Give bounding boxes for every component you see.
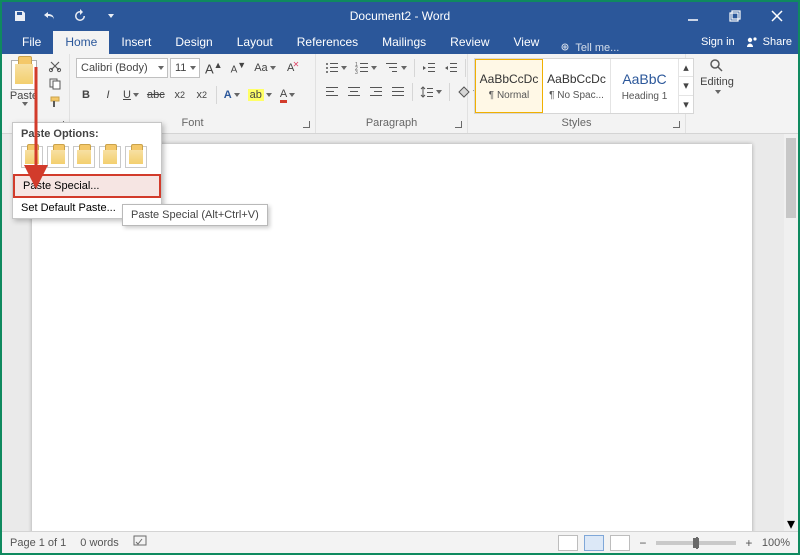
restore-button[interactable] — [714, 2, 756, 30]
tab-home[interactable]: Home — [53, 31, 109, 54]
web-layout-button[interactable] — [610, 535, 630, 551]
zoom-slider[interactable] — [656, 541, 736, 545]
zoom-out-button[interactable]: − — [636, 536, 650, 550]
paste-special-tooltip: Paste Special (Alt+Ctrl+V) — [122, 204, 268, 226]
tab-design[interactable]: Design — [163, 31, 224, 54]
clear-formatting-button[interactable]: A✕ — [281, 58, 301, 78]
font-color-button[interactable]: A — [277, 85, 298, 105]
read-mode-button[interactable] — [558, 535, 578, 551]
clipboard-icon — [11, 60, 37, 90]
close-button[interactable] — [756, 2, 798, 30]
style-no-spacing[interactable]: AaBbCcDc ¶ No Spac... — [543, 59, 611, 113]
tab-file[interactable]: File — [10, 31, 53, 54]
paste-merge-button[interactable] — [47, 146, 69, 168]
editing-label[interactable]: Editing — [700, 76, 734, 88]
text-effects-button[interactable]: A — [221, 85, 243, 105]
paste-picture-button[interactable] — [125, 146, 147, 168]
superscript-button[interactable]: x2 — [192, 85, 212, 105]
save-button[interactable] — [10, 6, 30, 26]
vertical-scrollbar[interactable]: ▴ ▾ — [784, 134, 798, 531]
font-name-combo[interactable]: Calibri (Body) — [76, 58, 168, 78]
style-normal[interactable]: AaBbCcDc ¶ Normal — [475, 59, 543, 113]
grow-font-button[interactable]: A▲ — [202, 58, 226, 78]
print-layout-button[interactable] — [584, 535, 604, 551]
decrease-indent-button[interactable] — [419, 58, 439, 78]
scroll-down-button[interactable]: ▾ — [784, 517, 798, 531]
minimize-button[interactable] — [672, 2, 714, 30]
tab-mailings[interactable]: Mailings — [370, 31, 438, 54]
cut-button[interactable] — [47, 58, 63, 74]
styles-gallery: AaBbCcDc ¶ Normal AaBbCcDc ¶ No Spac... … — [474, 58, 694, 114]
scroll-thumb[interactable] — [786, 138, 796, 218]
title-bar: Document2 - Word — [2, 2, 798, 30]
bold-button[interactable]: B — [76, 85, 96, 105]
increase-indent-button[interactable] — [441, 58, 461, 78]
strikethrough-button[interactable]: abc — [144, 85, 168, 105]
svg-text:3: 3 — [355, 70, 358, 74]
find-icon — [709, 58, 725, 74]
tell-me-search[interactable]: Tell me... — [559, 42, 619, 54]
status-bar: Page 1 of 1 0 words − + 100% — [2, 531, 798, 553]
styles-group-label: Styles — [474, 117, 679, 131]
copy-button[interactable] — [47, 76, 63, 92]
window-controls — [672, 2, 798, 30]
underline-button[interactable]: U — [120, 85, 142, 105]
shrink-font-button[interactable]: A▼ — [228, 58, 250, 78]
align-center-button[interactable] — [344, 82, 364, 102]
format-painter-button[interactable] — [47, 94, 63, 110]
paragraph-dialog-launcher[interactable] — [452, 118, 464, 130]
proofing-icon[interactable] — [133, 534, 149, 551]
align-right-button[interactable] — [366, 82, 386, 102]
tell-me-placeholder: Tell me... — [575, 42, 619, 54]
tab-layout[interactable]: Layout — [225, 31, 285, 54]
font-size-combo[interactable]: 11 — [170, 58, 200, 78]
paste-special-menu-item[interactable]: Paste Special... — [13, 174, 161, 198]
paste-options-row — [13, 144, 161, 174]
italic-button[interactable]: I — [98, 85, 118, 105]
undo-button[interactable] — [40, 6, 60, 26]
sign-in-link[interactable]: Sign in — [701, 36, 735, 48]
tab-view[interactable]: View — [502, 31, 552, 54]
paste-split-button[interactable]: Paste — [8, 58, 40, 106]
line-spacing-button[interactable] — [417, 82, 445, 102]
tab-review[interactable]: Review — [438, 31, 501, 54]
quick-access-toolbar — [2, 6, 120, 26]
multilevel-list-button[interactable] — [382, 58, 410, 78]
word-count[interactable]: 0 words — [80, 537, 119, 549]
justify-button[interactable] — [388, 82, 408, 102]
redo-button[interactable] — [70, 6, 90, 26]
group-styles: AaBbCcDc ¶ Normal AaBbCcDc ¶ No Spac... … — [468, 54, 686, 133]
paste-use-dest-button[interactable] — [73, 146, 95, 168]
styles-dialog-launcher[interactable] — [670, 118, 682, 130]
style-heading-1[interactable]: AaBbC Heading 1 — [611, 59, 679, 113]
ribbon-tabs: File Home Insert Design Layout Reference… — [2, 30, 798, 54]
subscript-button[interactable]: x2 — [170, 85, 190, 105]
tab-insert[interactable]: Insert — [109, 31, 163, 54]
paste-keep-source-button[interactable] — [21, 146, 43, 168]
highlight-button[interactable]: ab — [245, 85, 275, 105]
paste-options-header: Paste Options: — [13, 123, 161, 144]
share-button[interactable]: Share — [745, 35, 792, 49]
tab-references[interactable]: References — [285, 31, 370, 54]
change-case-button[interactable]: Aa — [251, 58, 278, 78]
zoom-in-button[interactable]: + — [742, 536, 756, 550]
numbering-button[interactable]: 123 — [352, 58, 380, 78]
qat-customize-button[interactable] — [100, 6, 120, 26]
font-dialog-launcher[interactable] — [300, 118, 312, 130]
align-left-button[interactable] — [322, 82, 342, 102]
page-indicator[interactable]: Page 1 of 1 — [10, 537, 66, 549]
paragraph-group-label: Paragraph — [322, 117, 461, 131]
bullets-button[interactable] — [322, 58, 350, 78]
paste-keep-text-button[interactable] — [99, 146, 121, 168]
zoom-level[interactable]: 100% — [762, 537, 790, 549]
group-paragraph: 123 A↓ ¶ Paragraph — [316, 54, 468, 133]
group-editing: Editing — [686, 54, 748, 133]
